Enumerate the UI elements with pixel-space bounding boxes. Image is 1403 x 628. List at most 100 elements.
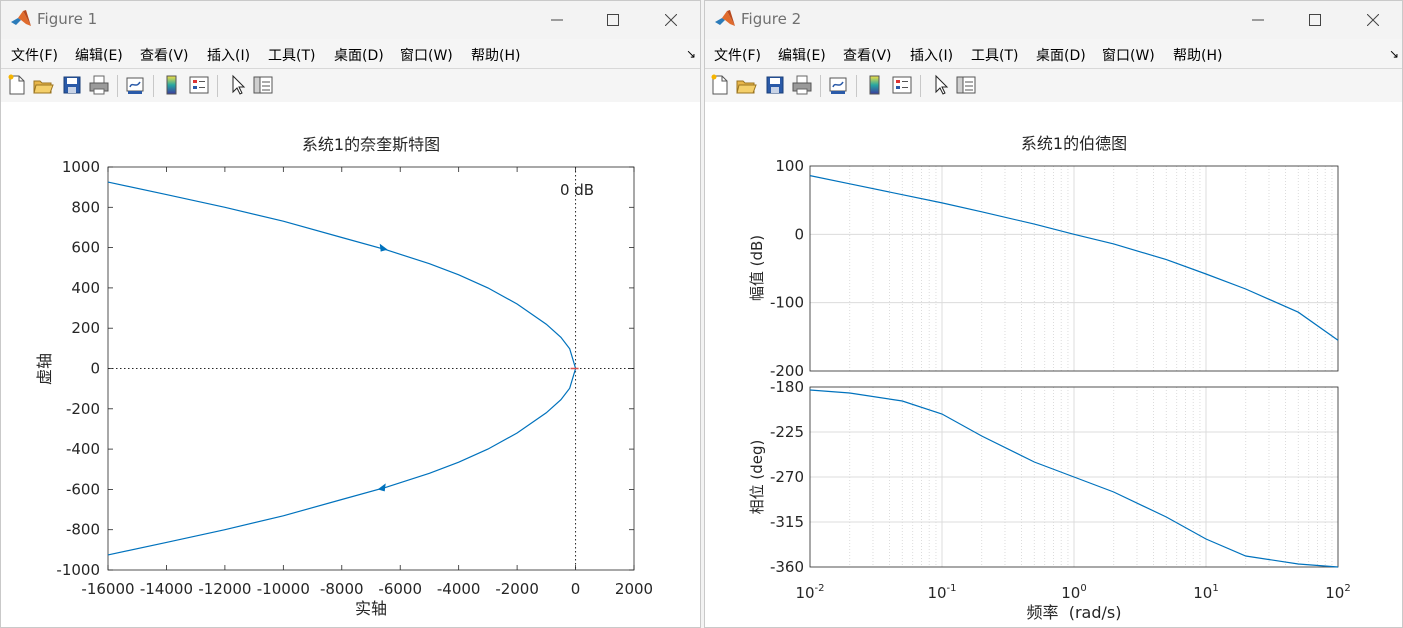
x-tick-label: -4000: [437, 580, 481, 598]
menu-view[interactable]: 查看(V): [843, 45, 892, 65]
zero-db-annotation: 0 dB: [560, 181, 594, 199]
menu-help[interactable]: 帮助(H): [471, 45, 520, 65]
y-tick-label: -800: [66, 521, 100, 539]
menu-bar: 文件(F) 编辑(E) 查看(V) 插入(I) 工具(T) 桌面(D) 窗口(W…: [705, 39, 1402, 68]
y-tick-label: 1000: [62, 158, 100, 176]
property-inspector-icon[interactable]: [955, 73, 977, 97]
toolbar: [705, 68, 1402, 103]
toolbar-separator: [217, 75, 218, 97]
menu-edit[interactable]: 编辑(E): [75, 45, 123, 65]
x-tick-label: 101: [1193, 583, 1218, 602]
x-tick-label: -2000: [495, 580, 539, 598]
edit-plot-pointer-icon[interactable]: [929, 73, 951, 97]
open-file-icon[interactable]: [735, 73, 757, 97]
x-tick-labels: 10-2 10-1 100 101 102: [795, 583, 1350, 602]
menu-bar: 文件(F) 编辑(E) 查看(V) 插入(I) 工具(T) 桌面(D) 窗口(W…: [1, 39, 700, 68]
menu-window[interactable]: 窗口(W): [1102, 45, 1155, 65]
menu-file[interactable]: 文件(F): [11, 45, 58, 65]
new-figure-icon[interactable]: [6, 73, 28, 97]
nyquist-plot[interactable]: 系统1的奈奎斯特图 -16000 -14000 -12000 -10000 -8…: [1, 102, 700, 628]
menu-insert[interactable]: 插入(I): [207, 45, 250, 65]
figure2-titlebar[interactable]: Figure 2: [705, 1, 1402, 39]
menu-desktop[interactable]: 桌面(D): [1036, 45, 1086, 65]
plot-axes-box: [107, 166, 635, 571]
menu-file[interactable]: 文件(F): [714, 45, 761, 65]
window-title: Figure 1: [37, 10, 98, 28]
menu-desktop[interactable]: 桌面(D): [334, 45, 384, 65]
maximize-icon[interactable]: [1295, 6, 1335, 34]
y-tick-label: 200: [71, 319, 100, 337]
y-tick-label: -180: [770, 378, 804, 396]
menu-tools[interactable]: 工具(T): [268, 45, 315, 65]
x-tick-label: -10000: [257, 580, 310, 598]
save-icon[interactable]: [61, 73, 83, 97]
y-tick-label: -315: [770, 513, 804, 531]
y-tick-label: 800: [71, 198, 100, 216]
maximize-icon[interactable]: [593, 6, 633, 34]
menu-tools[interactable]: 工具(T): [971, 45, 1018, 65]
menu-overflow-icon[interactable]: ↘: [1389, 47, 1399, 61]
menu-edit[interactable]: 编辑(E): [778, 45, 826, 65]
matlab-logo-icon: [11, 10, 31, 26]
minimize-icon[interactable]: [1238, 6, 1278, 34]
y-tick-label: -600: [66, 480, 100, 498]
y-tick-label: -1000: [56, 561, 100, 579]
x-tick-label: -8000: [320, 580, 364, 598]
menu-window[interactable]: 窗口(W): [400, 45, 453, 65]
toolbar-separator: [920, 75, 921, 97]
new-figure-icon[interactable]: [709, 73, 731, 97]
x-tick-label: -12000: [198, 580, 251, 598]
edit-plot-pointer-icon[interactable]: [226, 73, 248, 97]
menu-insert[interactable]: 插入(I): [910, 45, 953, 65]
x-tick-label: 100: [1061, 583, 1086, 602]
open-file-icon[interactable]: [32, 73, 54, 97]
menu-view[interactable]: 查看(V): [140, 45, 189, 65]
x-tick-label: 10-2: [795, 583, 824, 602]
minimize-icon[interactable]: [537, 6, 577, 34]
phase-axis-label: 相位 (deg): [748, 440, 766, 515]
figure-canvas: 系统1的奈奎斯特图 -16000 -14000 -12000 -10000 -8…: [1, 102, 700, 627]
matlab-logo-icon: [715, 10, 735, 26]
x-axis-label: 实轴: [355, 599, 387, 618]
figure-canvas: 系统1的伯德图 100 0 -100 -200 幅值 (dB) -180 -22…: [705, 102, 1402, 627]
y-tick-label: -270: [770, 468, 804, 486]
x-tick-label: -16000: [81, 580, 134, 598]
x-tick-label: -14000: [140, 580, 193, 598]
plot-title: 系统1的伯德图: [1021, 134, 1127, 153]
y-tick-label: -225: [770, 423, 804, 441]
y-tick-label: 0: [794, 225, 804, 243]
insert-legend-icon[interactable]: [188, 73, 210, 97]
x-tick-label: -6000: [378, 580, 422, 598]
print-icon[interactable]: [88, 73, 110, 97]
insert-colorbar-icon[interactable]: [864, 73, 886, 97]
insert-legend-icon[interactable]: [891, 73, 913, 97]
x-tick-label: 2000: [615, 580, 653, 598]
x-tick-label: 10-1: [927, 583, 956, 602]
link-plot-icon[interactable]: [827, 73, 849, 97]
toolbar-separator: [820, 75, 821, 97]
close-icon[interactable]: [651, 6, 691, 34]
y-tick-label: -400: [66, 440, 100, 458]
figure1-window: Figure 1 文件(F) 编辑(E) 查看(V) 插入(I) 工具(T) 桌…: [0, 0, 701, 628]
toolbar-separator: [153, 75, 154, 97]
x-tick-label: 0: [571, 580, 581, 598]
plot-title: 系统1的奈奎斯特图: [302, 135, 440, 154]
link-plot-icon[interactable]: [124, 73, 146, 97]
menu-overflow-icon[interactable]: ↘: [686, 47, 696, 61]
figure1-titlebar[interactable]: Figure 1: [1, 1, 700, 39]
y-tick-label: 400: [71, 279, 100, 297]
print-icon[interactable]: [791, 73, 813, 97]
y-axis-label: 虚轴: [35, 353, 54, 385]
x-tick-label: 102: [1325, 583, 1350, 602]
bode-plot[interactable]: 系统1的伯德图 100 0 -100 -200 幅值 (dB) -180 -22…: [705, 102, 1402, 628]
x-tick-labels: -16000 -14000 -12000 -10000 -8000 -6000 …: [81, 580, 653, 598]
magnitude-axis-label: 幅值 (dB): [748, 235, 766, 301]
property-inspector-icon[interactable]: [252, 73, 274, 97]
insert-colorbar-icon[interactable]: [161, 73, 183, 97]
close-icon[interactable]: [1353, 6, 1393, 34]
y-tick-label: -100: [770, 294, 804, 312]
save-icon[interactable]: [764, 73, 786, 97]
y-tick-labels: 1000 800 600 400 200 0 -200 -400 -600 -8…: [56, 158, 100, 579]
y-tick-label: -360: [770, 558, 804, 576]
menu-help[interactable]: 帮助(H): [1173, 45, 1222, 65]
